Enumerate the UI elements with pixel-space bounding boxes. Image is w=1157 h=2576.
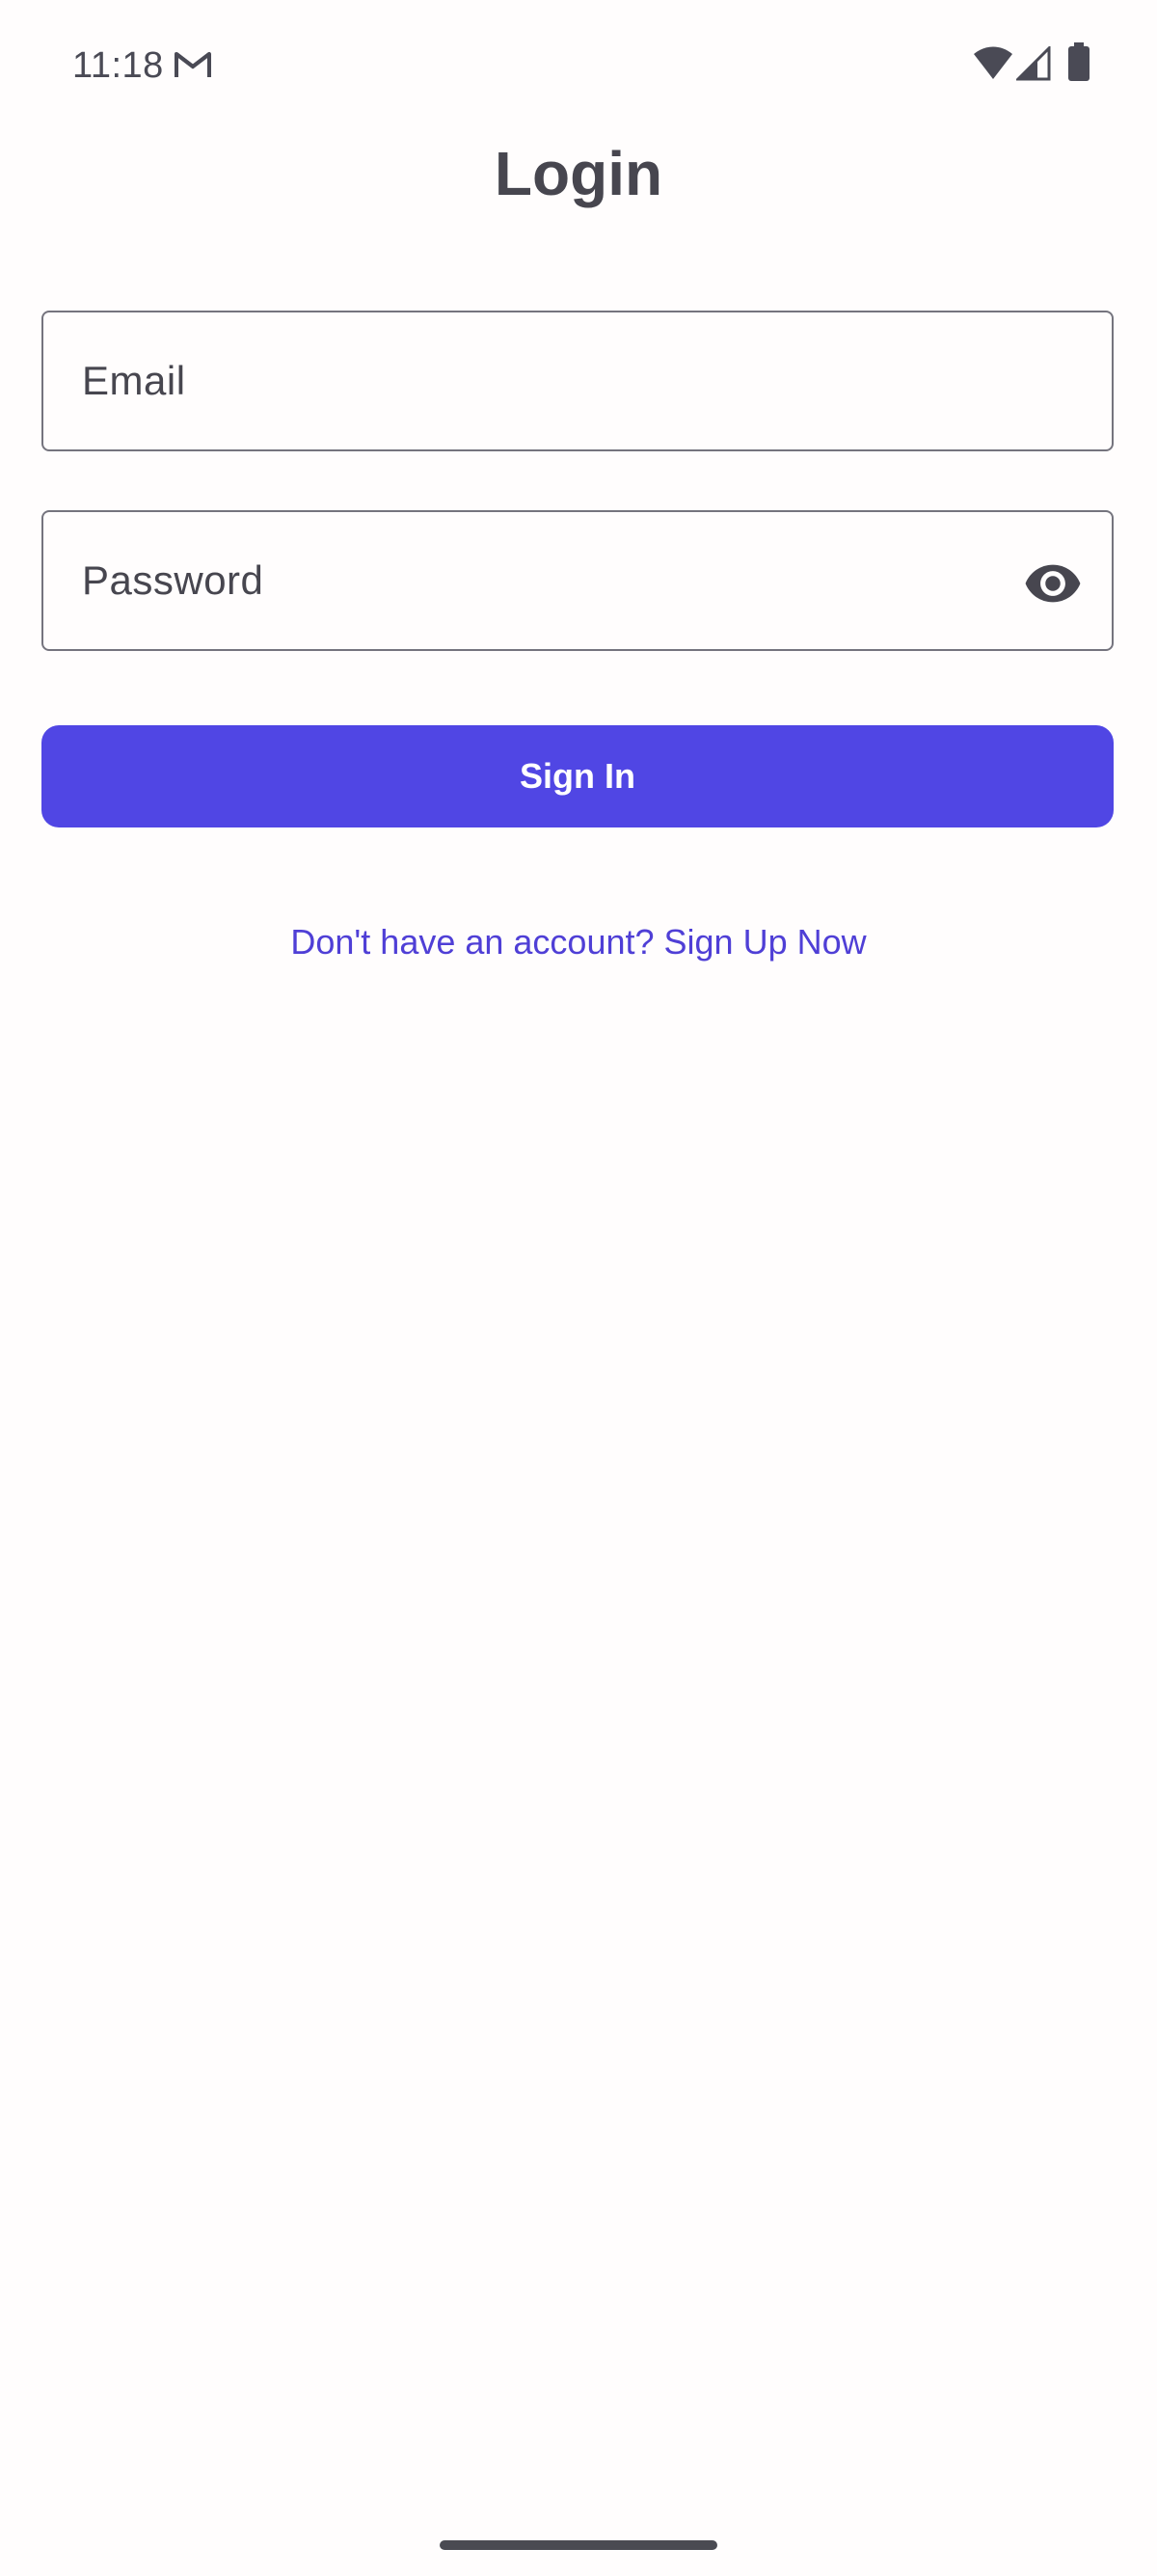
cellular-signal-icon — [1016, 46, 1051, 81]
sign-up-link[interactable]: Don't have an account? Sign Up Now — [0, 919, 1157, 965]
email-field[interactable] — [41, 311, 1114, 451]
password-input[interactable] — [82, 512, 950, 649]
wifi-icon — [974, 46, 1012, 79]
password-field[interactable] — [41, 510, 1114, 651]
sign-in-button[interactable]: Sign In — [41, 725, 1114, 827]
status-bar: 11:18 — [0, 0, 1157, 125]
gmail-icon — [175, 52, 211, 77]
email-input[interactable] — [82, 312, 950, 449]
home-indicator[interactable] — [440, 2540, 717, 2550]
status-time: 11:18 — [72, 45, 164, 86]
battery-icon — [1068, 42, 1090, 81]
eye-icon[interactable] — [1023, 554, 1083, 613]
page-title: Login — [494, 139, 663, 208]
